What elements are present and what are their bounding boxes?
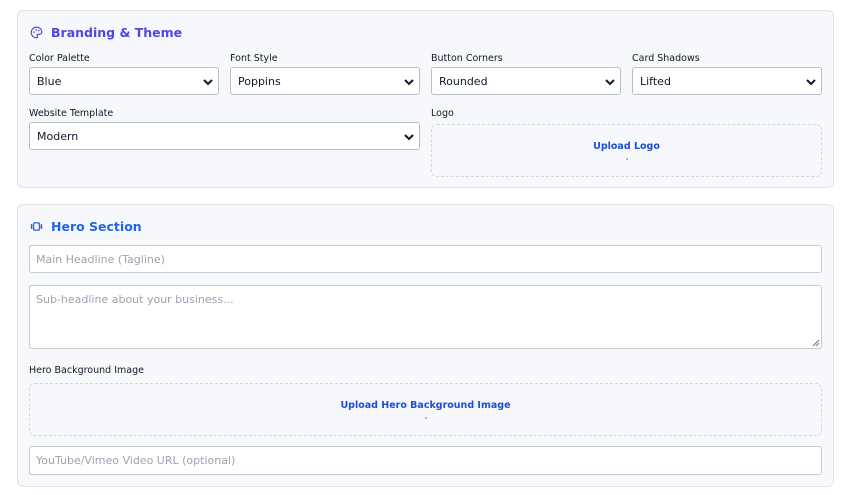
hero-background-dropzone[interactable]: Upload Hero Background Image xyxy=(29,383,822,436)
upload-logo-link[interactable]: Upload Logo xyxy=(593,141,660,152)
palette-icon xyxy=(30,26,43,39)
card-shadows-value: Lifted xyxy=(640,74,671,88)
upload-status-dot xyxy=(625,158,628,160)
video-url-placeholder: YouTube/Vimeo Video URL (optional) xyxy=(36,454,236,467)
button-corners-value: Rounded xyxy=(439,74,488,88)
color-palette-value: Blue xyxy=(37,74,62,88)
hero-section-header: Hero Section xyxy=(30,217,142,235)
logo-label: Logo xyxy=(431,108,454,119)
branding-section-title: Branding & Theme xyxy=(51,24,183,40)
hero-section-title: Hero Section xyxy=(51,218,142,234)
video-url-input[interactable]: YouTube/Vimeo Video URL (optional) xyxy=(29,446,822,475)
main-headline-input[interactable]: Main Headline (Tagline) xyxy=(29,245,822,273)
chevron-down-icon xyxy=(404,79,414,86)
upload-status-dot xyxy=(424,417,427,419)
card-shadows-select[interactable]: Lifted xyxy=(632,67,822,95)
color-palette-label: Color Palette xyxy=(29,53,90,64)
font-style-label: Font Style xyxy=(230,53,278,64)
chevron-down-icon xyxy=(605,79,615,86)
hero-section: Hero Section Main Headline (Tagline) Sub… xyxy=(17,204,834,487)
chevron-down-icon xyxy=(404,134,414,141)
font-style-select[interactable]: Poppins xyxy=(230,67,420,95)
button-corners-select[interactable]: Rounded xyxy=(431,67,621,95)
website-template-label: Website Template xyxy=(29,108,114,119)
color-palette-select[interactable]: Blue xyxy=(29,67,219,95)
website-template-value: Modern xyxy=(37,129,79,143)
sub-headline-textarea[interactable]: Sub-headline about your business... xyxy=(29,285,822,349)
website-template-select[interactable]: Modern xyxy=(29,122,420,150)
branding-section-header: Branding & Theme xyxy=(30,23,182,41)
branding-theme-section: Branding & Theme Color Palette Blue Font… xyxy=(17,10,834,188)
hero-background-label: Hero Background Image xyxy=(29,365,144,376)
card-shadows-label: Card Shadows xyxy=(632,53,700,64)
button-corners-label: Button Corners xyxy=(431,53,503,64)
resize-grip-icon[interactable] xyxy=(812,339,820,347)
chevron-down-icon xyxy=(203,79,213,86)
chevron-down-icon xyxy=(806,79,816,86)
font-style-value: Poppins xyxy=(238,74,281,88)
sub-headline-placeholder: Sub-headline about your business... xyxy=(36,293,234,306)
upload-hero-background-link[interactable]: Upload Hero Background Image xyxy=(340,400,510,411)
hero-icon xyxy=(30,220,43,233)
logo-upload-dropzone[interactable]: Upload Logo xyxy=(431,124,822,177)
main-headline-placeholder: Main Headline (Tagline) xyxy=(36,252,165,266)
